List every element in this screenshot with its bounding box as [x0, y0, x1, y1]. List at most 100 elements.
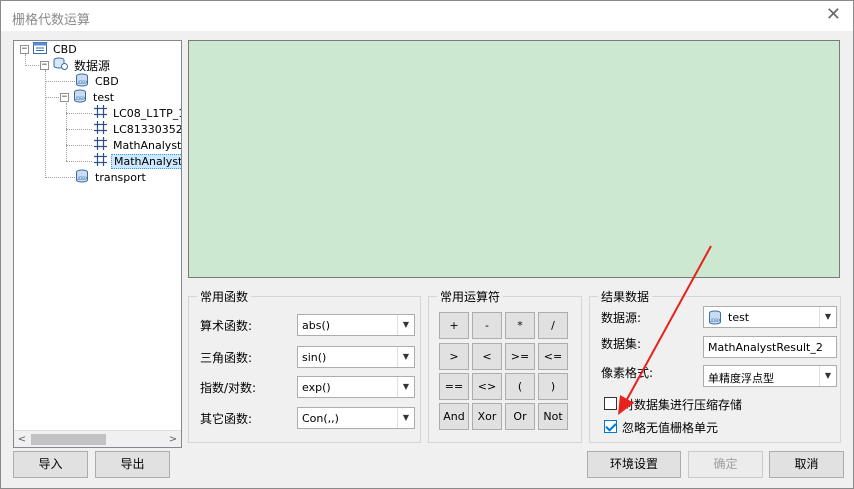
operator-button[interactable]: Not: [538, 403, 568, 430]
svg-text:UDBX: UDBX: [76, 176, 88, 181]
tree-label: transport: [95, 170, 146, 184]
dropdown-arrow-icon[interactable]: ▼: [397, 315, 414, 335]
dropdown-arrow-icon[interactable]: ▼: [819, 307, 836, 327]
environment-settings-button[interactable]: 环境设置: [587, 451, 681, 478]
operator-button[interactable]: >=: [505, 343, 535, 370]
tree-node-transport[interactable]: UDBX transport: [75, 169, 148, 185]
tree-label: MathAnalystR: [111, 153, 181, 169]
operator-button[interactable]: Xor: [472, 403, 502, 430]
grid-dataset-icon: [94, 153, 107, 169]
collapse-icon[interactable]: −: [20, 44, 29, 54]
tree-line: [45, 81, 75, 82]
tree-label: LC813303520: [113, 122, 181, 136]
dataset-label: 数据集:: [601, 337, 642, 351]
horizontal-scrollbar[interactable]: < >: [14, 430, 181, 447]
operator-button[interactable]: (: [505, 373, 535, 400]
tree-line: [25, 65, 39, 66]
arithmetic-label: 算术函数:: [200, 319, 253, 333]
import-button[interactable]: 导入: [13, 451, 88, 478]
scroll-left-icon[interactable]: <: [14, 432, 30, 447]
tree-node-test[interactable]: − UDBX test: [60, 89, 116, 105]
grid-dataset-icon: [94, 121, 107, 137]
dropdown-arrow-icon[interactable]: ▼: [397, 347, 414, 367]
ok-button[interactable]: 确定: [688, 451, 763, 478]
group-title: 常用运算符: [437, 288, 504, 305]
select-value: Con(,,): [302, 412, 339, 425]
close-icon[interactable]: ✕: [826, 5, 841, 25]
operator-button[interactable]: >: [439, 343, 469, 370]
dropdown-arrow-icon[interactable]: ▼: [397, 408, 414, 428]
tree-line: [45, 177, 75, 178]
result-datasource-select[interactable]: UDBX test ▼: [703, 306, 837, 328]
tree-line: [66, 113, 92, 114]
raster-algebra-dialog: 栅格代数运算 ✕ − CBD − 数据源 UDBX CBD − UDBX tes…: [0, 0, 854, 489]
svg-text:UDBX: UDBX: [74, 96, 86, 101]
grid-dataset-icon: [94, 137, 107, 153]
group-title: 常用函数: [197, 288, 252, 305]
operator-button[interactable]: ): [538, 373, 568, 400]
tree-line: [66, 145, 92, 146]
group-title: 结果数据: [598, 288, 653, 305]
scrollbar-thumb[interactable]: [31, 434, 106, 445]
exp-log-select[interactable]: exp() ▼: [297, 376, 415, 398]
tree-node-cbd[interactable]: UDBX CBD: [75, 73, 121, 89]
window-title: 栅格代数运算: [12, 13, 91, 28]
collapse-icon[interactable]: −: [40, 60, 49, 70]
select-value: sin(): [302, 351, 327, 364]
dropdown-arrow-icon[interactable]: ▼: [819, 366, 836, 386]
expression-textarea[interactable]: [188, 40, 840, 278]
ignore-nodata-label: 忽略无值栅格单元: [622, 421, 719, 435]
tree-label: MathAnalystR: [113, 138, 182, 152]
other-select[interactable]: Con(,,) ▼: [297, 407, 415, 429]
trig-select[interactable]: sin() ▼: [297, 346, 415, 368]
udbx-datasource-icon: UDBX: [75, 169, 89, 186]
trig-label: 三角函数:: [200, 351, 253, 365]
ignore-nodata-checkbox[interactable]: [604, 420, 617, 433]
common-functions-group: 常用函数 算术函数: abs() ▼ 三角函数: sin() ▼ 指数/对数: …: [188, 288, 421, 443]
select-value: abs(): [302, 319, 331, 332]
tree-label: test: [93, 90, 115, 104]
workspace-icon: [33, 41, 47, 57]
select-value: test: [728, 311, 750, 324]
arithmetic-select[interactable]: abs() ▼: [297, 314, 415, 336]
tree-line: [66, 129, 92, 130]
select-value: 单精度浮点型: [708, 372, 774, 385]
tree-node-grid-dataset[interactable]: MathAnalystR: [94, 137, 182, 153]
datasource-tree[interactable]: − CBD − 数据源 UDBX CBD − UDBX test LC08_L1…: [13, 40, 182, 448]
operator-button[interactable]: And: [439, 403, 469, 430]
collapse-icon[interactable]: −: [60, 92, 69, 102]
operator-button[interactable]: +: [439, 312, 469, 339]
tree-node-workspace[interactable]: − CBD: [20, 41, 79, 57]
operator-button[interactable]: -: [472, 312, 502, 339]
svg-text:UDBX: UDBX: [709, 318, 721, 323]
compress-checkbox[interactable]: [604, 397, 617, 410]
udbx-datasource-icon: UDBX: [73, 89, 87, 106]
tree-node-grid-dataset-selected[interactable]: MathAnalystR: [94, 153, 181, 169]
operator-button[interactable]: /: [538, 312, 568, 339]
pixel-format-select[interactable]: 单精度浮点型 ▼: [703, 365, 837, 387]
result-dataset-input[interactable]: MathAnalystResult_2: [703, 336, 837, 358]
tree-node-datasources[interactable]: − 数据源: [40, 57, 112, 73]
operator-button[interactable]: <: [472, 343, 502, 370]
select-value: exp(): [302, 381, 331, 394]
grid-dataset-icon: [94, 105, 107, 121]
tree-label: CBD: [95, 74, 119, 88]
operator-button[interactable]: <=: [538, 343, 568, 370]
operator-button[interactable]: Or: [505, 403, 535, 430]
cancel-button[interactable]: 取消: [769, 451, 844, 478]
datasource-label: 数据源:: [601, 311, 642, 325]
tree-node-grid-dataset[interactable]: LC08_L1TP_13: [94, 105, 181, 121]
compress-label: 对数据集进行压缩存储: [622, 398, 743, 412]
operator-button[interactable]: *: [505, 312, 535, 339]
operator-button[interactable]: ==: [439, 373, 469, 400]
tree-line: [45, 97, 59, 98]
dropdown-arrow-icon[interactable]: ▼: [397, 377, 414, 397]
operator-button[interactable]: <>: [472, 373, 502, 400]
tree-node-grid-dataset[interactable]: LC813303520: [94, 121, 181, 137]
export-button[interactable]: 导出: [95, 451, 170, 478]
tree-label: 数据源: [74, 58, 111, 73]
scroll-right-icon[interactable]: >: [165, 432, 181, 447]
title-bar: 栅格代数运算 ✕: [1, 1, 853, 31]
tree-label: CBD: [53, 42, 77, 56]
tree-line: [45, 70, 46, 178]
